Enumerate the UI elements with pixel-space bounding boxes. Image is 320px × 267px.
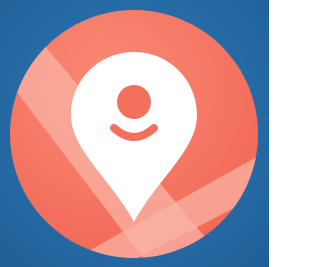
app-icon-graphic	[0, 0, 269, 267]
person-head-icon	[117, 85, 151, 119]
app-icon	[0, 0, 269, 267]
